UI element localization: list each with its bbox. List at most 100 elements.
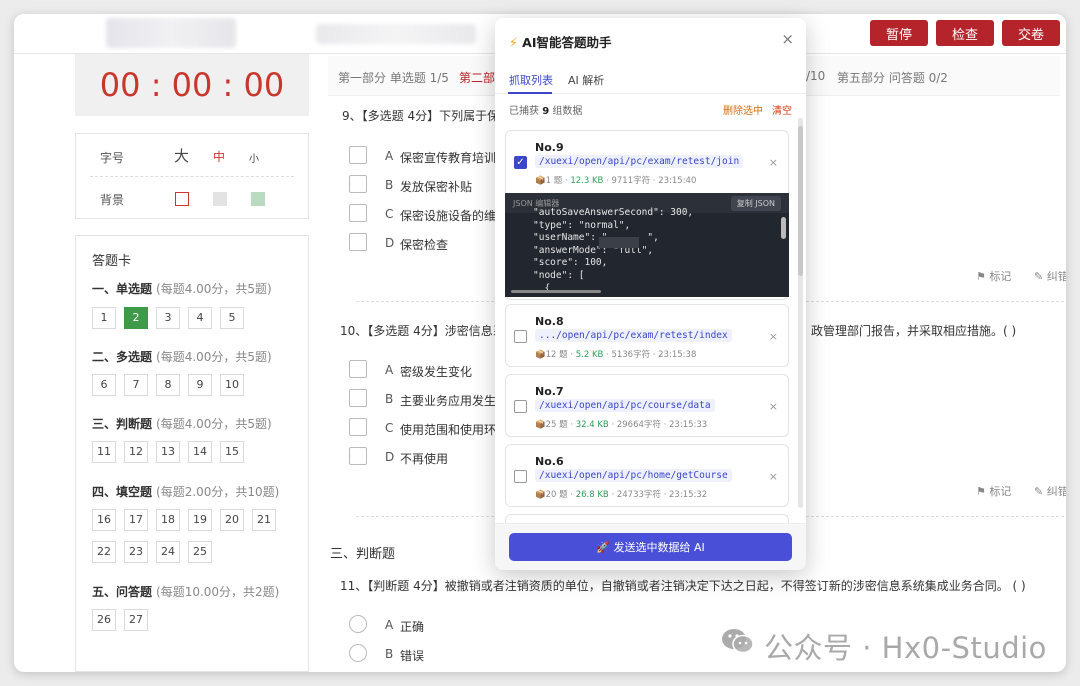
question-number-button[interactable]: 11	[92, 441, 116, 463]
question-number-button[interactable]: 23	[124, 541, 148, 563]
question-number-button[interactable]: 18	[156, 509, 180, 531]
question-number-button[interactable]: 15	[220, 441, 244, 463]
bg-white-swatch[interactable]	[175, 192, 189, 206]
submit-button[interactable]: 交卷	[1002, 20, 1060, 46]
send-to-ai-button[interactable]: 🚀 发送选中数据给 AI	[509, 533, 792, 561]
part-2-tab[interactable]: 第二部	[459, 69, 495, 86]
question-number-button[interactable]: 8	[156, 374, 180, 396]
item-checkbox[interactable]	[514, 400, 527, 413]
settings-divider	[90, 176, 294, 177]
item-checkbox[interactable]	[514, 330, 527, 343]
question-number-button[interactable]: 4	[188, 307, 212, 329]
item-remove-icon[interactable]: ×	[769, 400, 778, 413]
question-number-button[interactable]: 24	[156, 541, 180, 563]
question-number-button[interactable]: 21	[252, 509, 276, 531]
bg-gray-swatch[interactable]	[213, 192, 227, 206]
item-api-path: .../open/api/pc/exam/retest/index	[535, 329, 732, 342]
delete-selected-button[interactable]: 删除选中	[723, 102, 763, 117]
option-letter: D	[385, 450, 395, 464]
question-number-button[interactable]: 3	[156, 307, 180, 329]
font-small-option[interactable]: 小	[249, 150, 259, 165]
json-code[interactable]: "autoSaveAnswerSecond": 300, "type": "nor…	[533, 207, 693, 295]
option-label: 密级发生变化	[400, 365, 473, 379]
pause-button[interactable]: 暂停	[870, 20, 928, 46]
question-number-button[interactable]: 26	[92, 609, 116, 631]
tab-capture-list[interactable]: 抓取列表	[509, 72, 553, 88]
question-number-button[interactable]: 5	[220, 307, 244, 329]
font-large-option[interactable]: 大	[174, 145, 189, 166]
option-checkbox[interactable]	[349, 447, 367, 465]
question-number-button-current[interactable]: 2	[124, 307, 148, 329]
tab-ai-analysis[interactable]: AI 解析	[568, 72, 604, 88]
question-number-button[interactable]: 25	[188, 541, 212, 563]
item-checkbox[interactable]: ✓	[514, 156, 527, 169]
option-letter: A	[385, 618, 394, 632]
report-error-button[interactable]: ✎ 纠错	[1034, 268, 1066, 284]
question-number-button[interactable]: 13	[156, 441, 180, 463]
report-error-button[interactable]: ✎ 纠错	[1034, 483, 1066, 499]
question-number-button[interactable]: 17	[124, 509, 148, 531]
item-checkbox[interactable]	[514, 470, 527, 483]
mark-button[interactable]: ⚑ 标记	[976, 268, 1011, 284]
option-radio[interactable]	[349, 615, 367, 633]
json-editor[interactable]: JSON 编辑器 复制 JSON "autoSaveAnswerSecond":…	[505, 193, 789, 297]
question-number-button[interactable]: 22	[92, 541, 116, 563]
bg-green-swatch[interactable]	[251, 192, 265, 206]
clear-button[interactable]: 清空	[772, 102, 792, 117]
part-4-tab[interactable]: /10	[806, 69, 825, 83]
option-radio[interactable]	[349, 644, 367, 662]
item-meta: 📦20 题 · 26.8 KB · 24733字符 · 23:15:32	[535, 490, 708, 500]
option-letter: C	[385, 207, 394, 221]
question-number-button[interactable]: 20	[220, 509, 244, 531]
question-number-button[interactable]: 27	[124, 609, 148, 631]
active-tab-indicator	[508, 92, 552, 94]
option-checkbox[interactable]	[349, 418, 367, 436]
option-checkbox[interactable]	[349, 204, 367, 222]
check-button[interactable]: 检查	[936, 20, 994, 46]
item-number: No.7	[535, 385, 564, 398]
ai-assistant-panel: ⚡ AI智能答题助手 × 抓取列表 AI 解析 已捕获 9 组数据 删除选中 清…	[495, 18, 806, 570]
question-number-button[interactable]: 9	[188, 374, 212, 396]
option-label: 保密检查	[400, 238, 449, 252]
question-number-button[interactable]: 10	[220, 374, 244, 396]
item-remove-icon[interactable]: ×	[769, 330, 778, 343]
capture-item[interactable]: No.6 /xuexi/open/api/pc/home/getCourse 📦…	[505, 444, 789, 507]
json-horizontal-scrollbar[interactable]	[511, 290, 601, 293]
option-checkbox[interactable]	[349, 360, 367, 378]
edit-icon: ✎	[1034, 270, 1044, 283]
countdown-timer: 00 : 00 : 00	[75, 54, 309, 116]
question-number-button[interactable]: 16	[92, 509, 116, 531]
capture-item[interactable]: No.8 .../open/api/pc/exam/retest/index 📦…	[505, 304, 789, 367]
part-1-tab[interactable]: 第一部分 单选题 1/5	[338, 69, 449, 86]
json-line: "score": 100,	[533, 257, 608, 269]
panel-scrollbar-thumb[interactable]	[798, 126, 803, 276]
option-label: 保密宣传教育培训	[400, 151, 497, 165]
capture-item[interactable]: No.7 /xuexi/open/api/pc/course/data 📦25 …	[505, 374, 789, 437]
question-number-button[interactable]: 12	[124, 441, 148, 463]
item-meta: 📦12 题 · 5.2 KB · 5136字符 · 23:15:38	[535, 350, 697, 360]
question-number-button[interactable]: 6	[92, 374, 116, 396]
question-number-button[interactable]: 19	[188, 509, 212, 531]
section-single-choice: 一、单选题 (每题4.00分，共5题)	[92, 282, 272, 296]
watermark-text: 公众号 · Hx0-Studio	[764, 631, 1047, 665]
copy-json-button[interactable]: 复制 JSON	[730, 196, 781, 211]
wechat-icon	[722, 629, 754, 654]
flag-icon: ⚑	[976, 270, 986, 283]
panel-title: ⚡ AI智能答题助手	[509, 35, 612, 50]
option-checkbox[interactable]	[349, 175, 367, 193]
item-remove-icon[interactable]: ×	[769, 156, 778, 169]
answer-card-title: 答题卡	[92, 254, 132, 269]
question-number-button[interactable]: 14	[188, 441, 212, 463]
json-vertical-scrollbar[interactable]	[781, 217, 786, 239]
option-checkbox[interactable]	[349, 389, 367, 407]
option-checkbox[interactable]	[349, 233, 367, 251]
panel-tabs: 抓取列表 AI 解析	[495, 64, 806, 94]
mark-button[interactable]: ⚑ 标记	[976, 483, 1011, 499]
font-medium-option[interactable]: 中	[213, 148, 225, 165]
question-number-button[interactable]: 7	[124, 374, 148, 396]
close-icon[interactable]: ×	[781, 30, 794, 48]
item-remove-icon[interactable]: ×	[769, 470, 778, 483]
part-5-tab[interactable]: 第五部分 问答题 0/2	[837, 69, 948, 86]
question-number-button[interactable]: 1	[92, 307, 116, 329]
option-checkbox[interactable]	[349, 146, 367, 164]
